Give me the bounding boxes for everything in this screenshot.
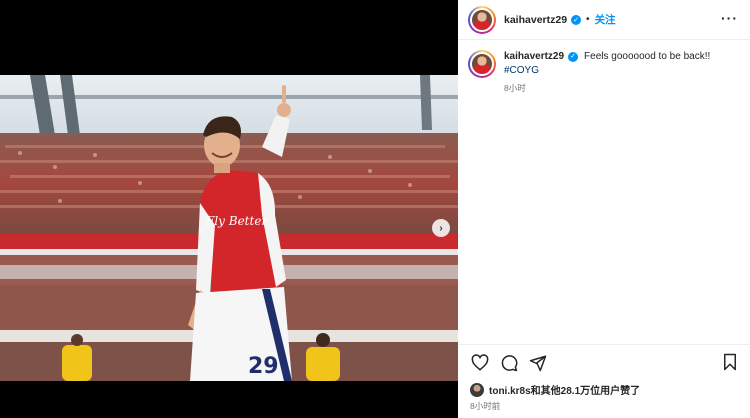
hashtag-link[interactable]: #COYG <box>504 64 740 78</box>
bookmark-icon <box>724 353 736 371</box>
more-options-icon[interactable]: ··· <box>721 11 738 25</box>
post-timestamp: 8小时前 <box>470 401 501 411</box>
comment-button[interactable] <box>499 353 519 373</box>
caption-avatar-ring[interactable] <box>468 50 496 78</box>
avatar <box>470 382 484 397</box>
comment-icon <box>501 354 518 371</box>
like-button[interactable] <box>470 353 490 373</box>
media-pane: Fly Better 29 › <box>0 0 458 418</box>
caption-text: Feels gooooood to be back!! <box>584 51 711 62</box>
share-button[interactable] <box>528 353 548 373</box>
verified-badge-icon: ✓ <box>571 14 582 25</box>
likes-summary[interactable]: toni.kr8s和其他28.1万位用户赞了 <box>470 382 640 397</box>
caption-timestamp: 8小时 <box>504 83 526 93</box>
sponsor-text: Fly Better <box>205 214 268 228</box>
caption-body: kaihavertz29 ✓ Feels gooooood to be back… <box>504 50 740 94</box>
caption-line: kaihavertz29 ✓ Feels gooooood to be back… <box>504 50 740 64</box>
stadium-celebration-photo: Fly Better 29 <box>0 75 458 381</box>
save-button[interactable] <box>722 353 738 376</box>
follow-button[interactable]: 关注 <box>595 12 616 27</box>
actions-bar <box>458 344 750 380</box>
post-photo[interactable]: Fly Better 29 <box>0 75 458 381</box>
post-header: kaihavertz29 ✓ • 关注 ··· <box>458 0 750 40</box>
carousel-next-button[interactable]: › <box>432 219 450 237</box>
caption-author-username[interactable]: kaihavertz29 <box>504 50 564 64</box>
heart-icon <box>471 353 489 370</box>
avatar <box>470 52 494 76</box>
send-icon <box>529 355 547 371</box>
jersey-number: 29 <box>248 354 279 379</box>
post-info-pane: kaihavertz29 ✓ • 关注 ··· kaihavertz29 ✓ F… <box>458 0 750 418</box>
chevron-right-icon: › <box>439 222 443 234</box>
caption-block: kaihavertz29 ✓ Feels gooooood to be back… <box>468 50 740 94</box>
header-separator: • <box>586 14 590 25</box>
verified-badge-icon: ✓ <box>568 52 579 62</box>
author-username[interactable]: kaihavertz29 <box>504 14 567 26</box>
likes-text: toni.kr8s和其他28.1万位用户赞了 <box>489 386 641 397</box>
author-avatar-ring[interactable] <box>468 5 496 34</box>
avatar <box>470 7 494 32</box>
